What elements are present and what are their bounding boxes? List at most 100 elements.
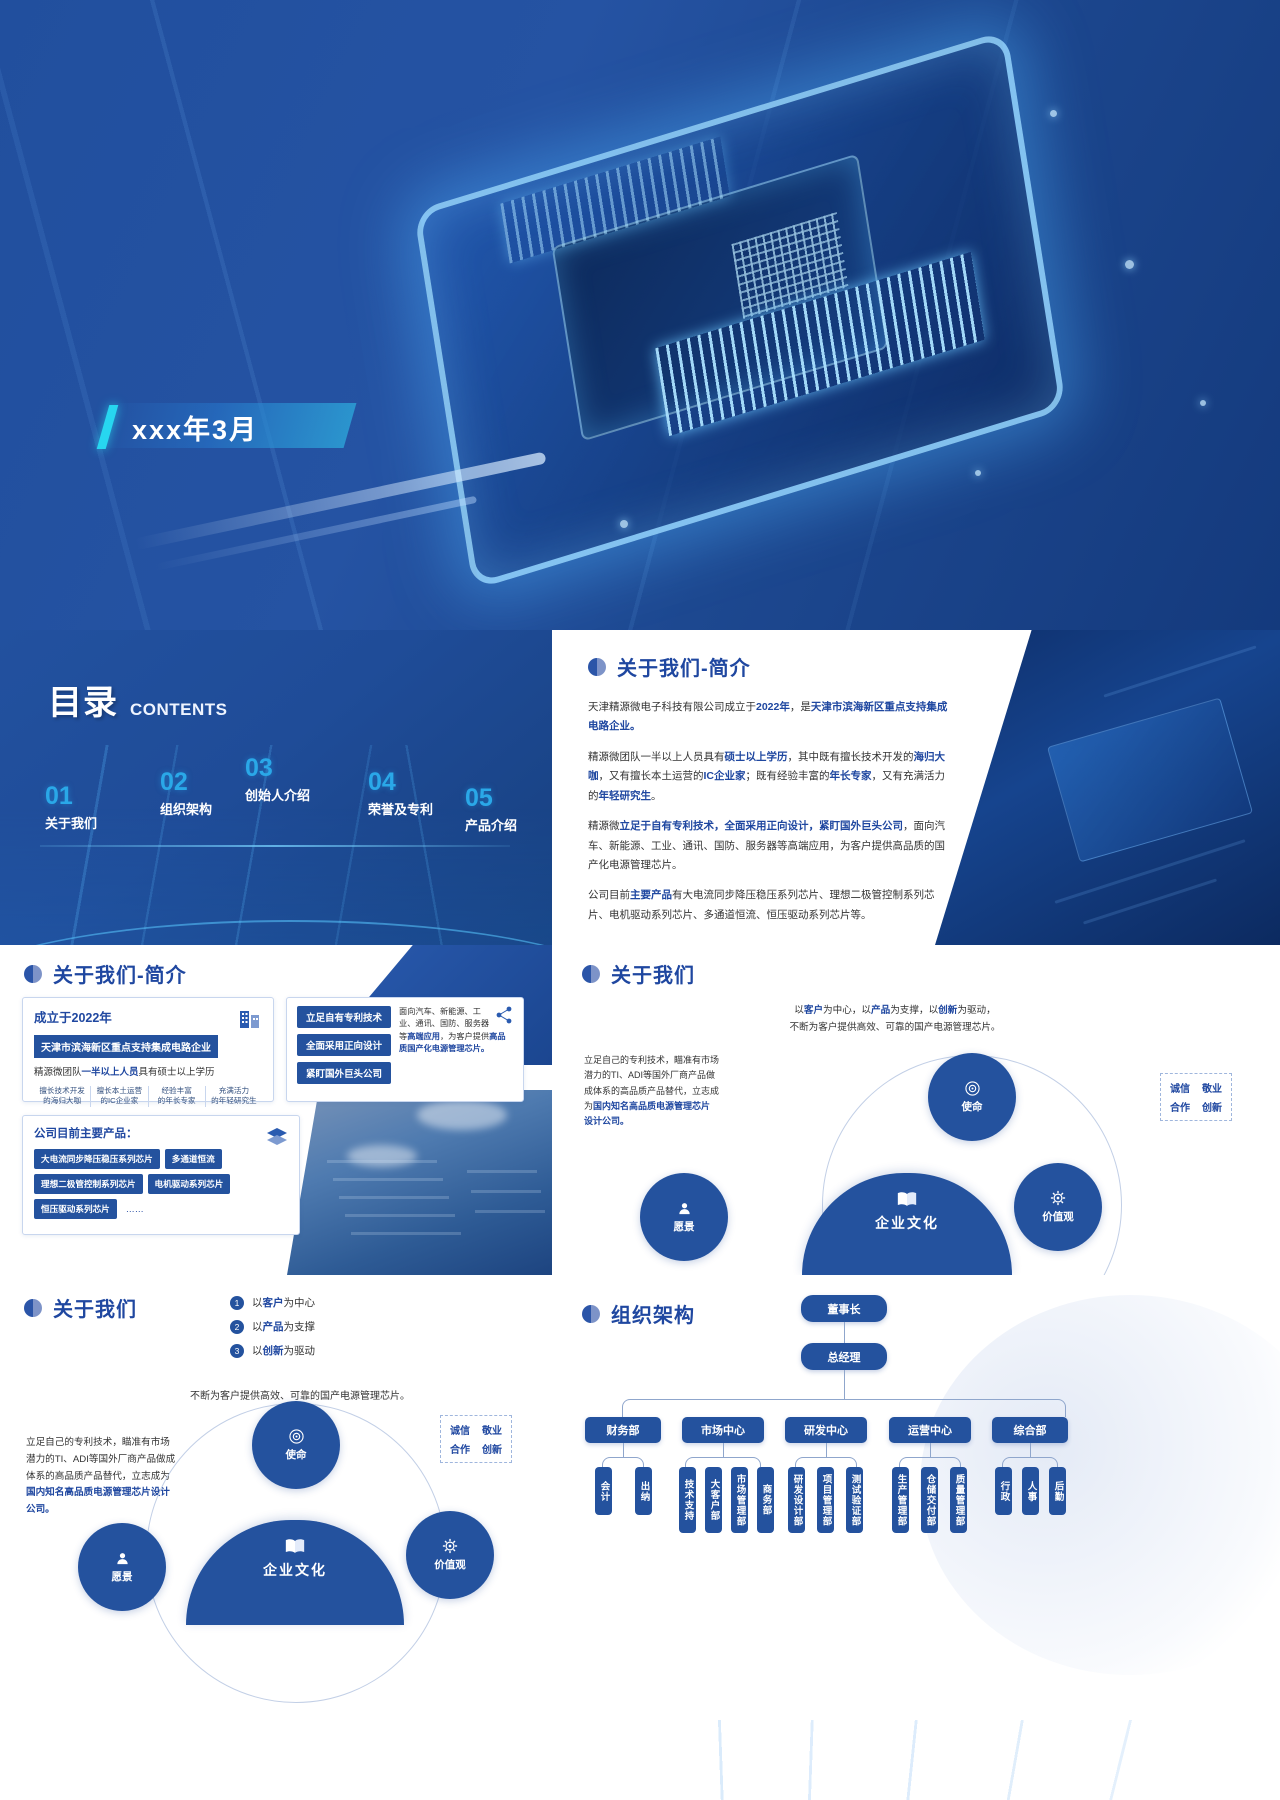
paragraph-4: 公司目前主要产品有大电流同步降压稳压系列芯片、理想二极管控制系列芯片、电机驱动系… [588,889,935,921]
org-leaf: 人事 [1022,1467,1039,1515]
culture-node-vision[interactable]: 愿景 [640,1173,728,1261]
culture-node-values[interactable]: 价值观 [406,1511,494,1599]
window-band [339,1196,449,1199]
org-dept-market-center: 市场中心 [682,1417,764,1443]
gear-icon [1050,1190,1066,1206]
org-heading: 组织架构 [582,1299,695,1328]
org-leaf: 商务部 [757,1467,774,1533]
team-quad-item: 擅长本土运营 的IC企业家 [91,1086,149,1107]
org-node-general-manager: 总经理 [801,1343,887,1370]
org-bracket [899,1457,961,1467]
value-item: 敬业 [482,1426,502,1437]
tech-pill-column: 立足自有专利技术 全面采用正向设计 紧盯国外巨头公司 [297,1006,392,1084]
numbered-item: 2 以产品为支撑 [230,1319,480,1334]
org-leaf: 仓储交付部 [921,1467,938,1533]
org-node-chairman: 董事长 [801,1295,887,1322]
connector [826,1443,827,1457]
tech-pill: 立足自有专利技术 [297,1006,392,1028]
value-item: 创新 [1202,1103,1222,1114]
toc-title-cn: 目录 [48,684,118,722]
section-title: 关于我们 [611,965,695,987]
moon-bullet-icon [24,1298,42,1317]
culture-description: 立足自己的专利技术，瞄准有市场潜力的TI、ADI等国外厂商产品做成体系的高品质产… [584,1055,720,1127]
product-pill-list: 大电流同步降压稳压系列芯片 多通道恒流 理想二极管控制系列芯片 电机驱动系列芯片… [34,1149,288,1219]
product-ellipsis: …… [125,1204,144,1214]
paragraph-2: 精源微团队一半以上人员具有硕士以上学历，其中既有擅长技术开发的海归大咖，又有擅长… [588,750,945,802]
value-item: 敬业 [1202,1084,1222,1095]
toc-item-label: 关于我们 [45,815,98,831]
product-pill: 电机驱动系列芯片 [147,1174,231,1194]
toc-item-1[interactable]: 01 关于我们 [45,782,98,832]
target-icon [964,1080,980,1096]
decor-dot [1125,260,1134,269]
window-band [327,1160,437,1163]
org-leaf: 后勤 [1049,1467,1066,1515]
org-leaf: 会计 [595,1467,612,1515]
culture-node-mission[interactable]: 使命 [928,1053,1016,1141]
paragraph-3: 精源微立足于自有专利技术，全面采用正向设计，紧盯国外巨头公司，面向汽车、新能源、… [588,820,945,871]
slide-culture: 关于我们 以客户为中心，以产品为支撑，以创新为驱动， 不断为客户提供高效、可靠的国… [552,945,1280,1275]
application-text: 面向汽车、新能源、工业、通讯、国防、服务器等高端应用，为客户提供高品质国产化电源… [399,1006,513,1084]
section-title: 组织架构 [611,1305,695,1327]
book-icon [285,1539,305,1553]
product-pill: 多通道恒流 [164,1149,222,1169]
tech-pill: 紧盯国外巨头公司 [297,1062,392,1084]
slide-org-chart: 组织架构 董事长 总经理 财务部 会计 出纳 市场中心 技术支持 大客户部 市场… [552,1275,1280,1800]
item-number: 1 [230,1295,244,1310]
org-leaf: 出纳 [635,1467,652,1515]
org-leaf: 研发设计部 [788,1467,805,1533]
layers-icon [267,1128,287,1145]
building-icon [240,1011,259,1028]
building-photo [287,1090,552,1275]
share-nodes-icon [496,1006,512,1024]
toc-item-number: 05 [465,784,493,812]
team-quad-item: 充满活力 的年轻研究生 [211,1086,257,1106]
org-leaf: 生产管理部 [892,1467,909,1533]
window-band [351,1232,461,1235]
connector [623,1443,624,1457]
org-leaf: 技术支持 [679,1467,696,1533]
cover-title-group: xxx年3月 [96,403,258,451]
slide-table-of-contents: 目录 CONTENTS 01 关于我们 02 组织架构 03 创始人介绍 04 … [0,630,552,945]
value-item: 诚信 [1170,1084,1190,1095]
value-item: 创新 [482,1445,502,1456]
book-icon [897,1192,917,1206]
toc-item-4[interactable]: 04 荣誉及专利 [368,768,434,818]
team-education-line: 精源微团队一半以上人员具有硕士以上学历 [34,1067,215,1078]
culture-alt-tagline: 不断为客户提供高效、可靠的国产电源管理芯片。 [190,1391,410,1402]
photo-streak [1103,645,1257,698]
culture-node-values[interactable]: 价值观 [1014,1163,1102,1251]
divider [40,845,510,847]
connector [844,1370,845,1399]
toc-item-label: 荣誉及专利 [368,801,434,817]
toc-item-5[interactable]: 05 产品介绍 [465,784,518,834]
org-bracket [1002,1457,1058,1467]
slide-about-intro: 关于我们-简介 天津精源微电子科技有限公司成立于2022年，是天津市滨海新区重点… [552,630,1280,945]
toc-item-3[interactable]: 03 创始人介绍 [245,754,311,804]
about-cards-heading: 关于我们-简介 [24,959,187,988]
org-bracket [685,1457,761,1467]
toc-title-en: CONTENTS [130,700,228,719]
chip-photo [935,630,1280,945]
products-title: 公司目前主要产品： [34,1128,138,1140]
moon-bullet-icon [24,964,42,983]
about-intro-body: 天津精源微电子科技有限公司成立于2022年，是天津市滨海新区重点支持集成电路企业… [588,698,948,936]
team-quad-item: 擅长技术开发 的海归大咖 [34,1086,92,1107]
node-label: 价值观 [434,1559,466,1571]
org-bracket [602,1457,644,1467]
culture-node-vision[interactable]: 愿景 [78,1523,166,1611]
item-text: 以产品为支撑 [252,1321,315,1333]
chip-photo-die [1046,697,1254,863]
company-founding-card: 成立于2022年 天津市滨海新区重点支持集成电路企业 精源微团队一半以上人员具有… [22,997,274,1107]
decor-dot [1050,110,1057,117]
connector [723,1443,724,1457]
toc-item-label: 产品介绍 [465,817,518,833]
product-pill: 大电流同步降压稳压系列芯片 [34,1149,160,1169]
org-dept-rd-center: 研发中心 [785,1417,867,1443]
product-pill: 理想二极管控制系列芯片 [34,1174,143,1194]
culture-node-mission[interactable]: 使命 [252,1401,340,1489]
culture-values-box: 诚信 敬业 合作 创新 [1160,1073,1232,1121]
tech-pill: 全面采用正向设计 [297,1034,392,1056]
toc-item-label: 创始人介绍 [245,787,311,803]
toc-item-2[interactable]: 02 组织架构 [160,768,212,818]
